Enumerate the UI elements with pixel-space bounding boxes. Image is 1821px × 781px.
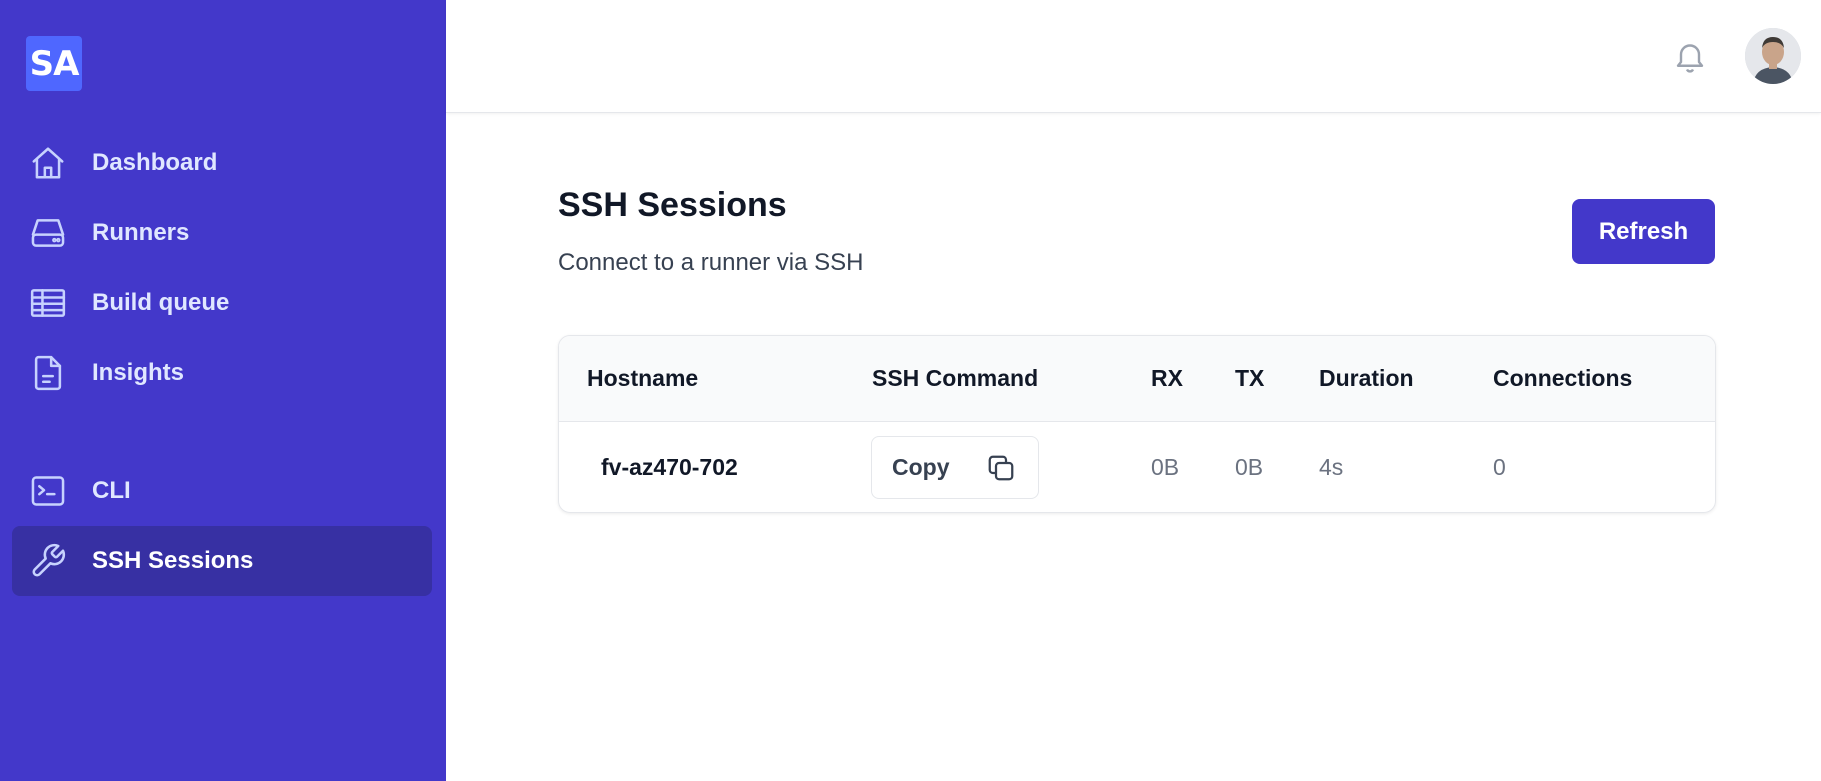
rx-cell: 0B bbox=[1151, 454, 1180, 480]
sidebar-item-label: Insights bbox=[92, 359, 185, 386]
column-header-tx[interactable]: TX bbox=[1235, 336, 1264, 421]
sidebar: SA Dashboard Runners Build queue Insight… bbox=[0, 0, 446, 781]
sidebar-item-dashboard[interactable]: Dashboard bbox=[12, 128, 432, 198]
column-header-connections[interactable]: Connections bbox=[1493, 336, 1632, 421]
duration-cell: 4s bbox=[1319, 454, 1344, 480]
tx-cell: 0B bbox=[1235, 454, 1264, 480]
connections-cell: 0 bbox=[1493, 454, 1506, 480]
home-icon bbox=[28, 143, 68, 183]
table-icon bbox=[28, 283, 68, 323]
terminal-icon bbox=[28, 471, 68, 511]
copy-icon bbox=[986, 453, 1016, 483]
sidebar-item-cli[interactable]: CLI bbox=[12, 456, 432, 526]
top-bar bbox=[446, 0, 1821, 113]
document-icon bbox=[28, 353, 68, 393]
hostname-cell: fv-az470-702 bbox=[601, 454, 738, 480]
avatar[interactable] bbox=[1745, 28, 1801, 84]
table-row: fv-az470-702 Copy 0B 0B 4s 0 bbox=[559, 422, 1715, 512]
bell-icon[interactable] bbox=[1672, 36, 1708, 76]
page-subtitle: Connect to a runner via SSH bbox=[558, 249, 864, 276]
hard-drive-icon bbox=[28, 213, 68, 253]
column-header-hostname[interactable]: Hostname bbox=[587, 336, 698, 421]
table-header: Hostname SSH Command RX TX Duration Conn… bbox=[559, 336, 1715, 422]
refresh-button[interactable]: Refresh bbox=[1572, 199, 1715, 264]
copy-ssh-command-button[interactable]: Copy bbox=[871, 436, 1039, 499]
sidebar-item-ssh-sessions[interactable]: SSH Sessions bbox=[12, 526, 432, 596]
sidebar-item-build-queue[interactable]: Build queue bbox=[12, 268, 432, 338]
sidebar-item-label: Runners bbox=[92, 219, 190, 246]
sidebar-item-runners[interactable]: Runners bbox=[12, 198, 432, 268]
column-header-rx[interactable]: RX bbox=[1151, 336, 1183, 421]
sidebar-item-label: CLI bbox=[92, 477, 131, 504]
column-header-duration[interactable]: Duration bbox=[1319, 336, 1414, 421]
app: SA Dashboard Runners Build queue Insight… bbox=[0, 0, 1821, 781]
column-header-ssh-command[interactable]: SSH Command bbox=[872, 336, 1038, 421]
page-title: SSH Sessions bbox=[558, 186, 787, 224]
copy-label: Copy bbox=[892, 454, 950, 480]
sidebar-item-insights[interactable]: Insights bbox=[12, 338, 432, 408]
sidebar-item-label: Dashboard bbox=[92, 149, 218, 176]
sidebar-item-label: Build queue bbox=[92, 289, 230, 316]
main-content: SSH Sessions Connect to a runner via SSH… bbox=[446, 0, 1821, 781]
app-logo[interactable]: SA bbox=[26, 36, 82, 91]
wrench-icon bbox=[28, 541, 68, 581]
sidebar-item-label: SSH Sessions bbox=[92, 547, 254, 574]
sessions-table: Hostname SSH Command RX TX Duration Conn… bbox=[558, 335, 1716, 513]
